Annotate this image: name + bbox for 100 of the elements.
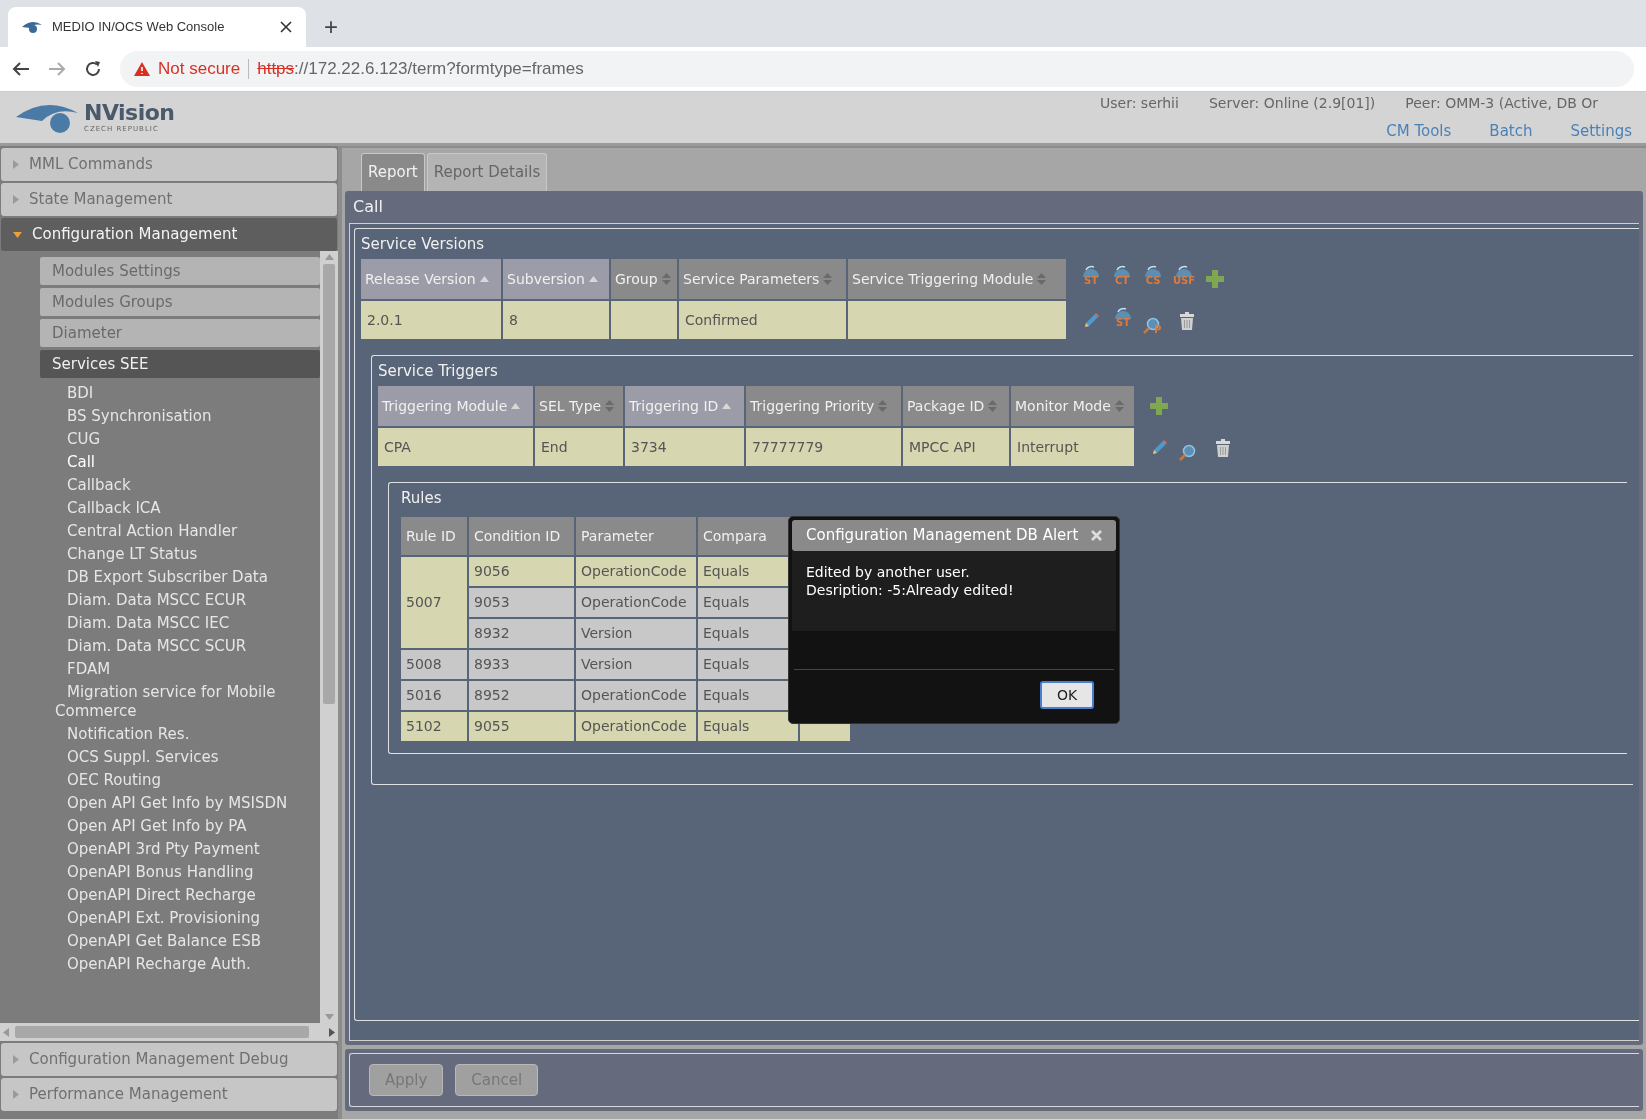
menu-item[interactable]: Migration service for Mobile Commerce	[40, 681, 320, 723]
globe-button[interactable]: USF	[1171, 264, 1197, 294]
menu-item[interactable]: Call	[40, 451, 320, 474]
section-title: Service Triggers	[378, 360, 498, 382]
menu-item[interactable]: Diam. Data MSCC ECUR	[40, 589, 320, 612]
plus-icon	[1150, 397, 1168, 415]
forward-arrow-icon[interactable]	[48, 61, 66, 77]
caret-right-icon	[13, 195, 19, 204]
menu-item[interactable]: Notification Res.	[40, 723, 320, 746]
column-header[interactable]: SEL Type	[535, 386, 623, 426]
column-header[interactable]: Service Parameters	[679, 259, 846, 299]
table-cell: 5007	[401, 557, 467, 648]
header-link[interactable]: CM Tools	[1386, 119, 1452, 143]
menu-item[interactable]: OEC Routing	[40, 769, 320, 792]
menu-item[interactable]: BDI	[40, 382, 320, 405]
table-cell: 8	[503, 301, 609, 339]
menu-item[interactable]: DB Export Subscriber Data	[40, 566, 320, 589]
table-cell: 2.0.1	[361, 301, 501, 339]
header-link[interactable]: Settings	[1570, 119, 1632, 143]
menu-item[interactable]: Callback	[40, 474, 320, 497]
menu-item[interactable]: FDAM	[40, 658, 320, 681]
globe-icon	[1144, 264, 1162, 278]
scroll-up-icon[interactable]	[324, 254, 334, 260]
menu-item[interactable]: OpenAPI 3rd Pty Payment	[40, 838, 320, 861]
menu-item[interactable]: Change LT Status	[40, 543, 320, 566]
dialog-message: Desription: -5:Already edited!	[806, 581, 1015, 599]
header-link[interactable]: Batch	[1489, 119, 1533, 143]
column-header[interactable]: Parameter	[576, 517, 696, 555]
menu-item[interactable]: BS Synchronisation	[40, 405, 320, 428]
new-tab-button[interactable]: +	[306, 7, 356, 47]
ok-button[interactable]: OK	[1040, 681, 1094, 709]
column-header[interactable]: Triggering Module	[378, 386, 533, 426]
menu-item[interactable]: CUG	[40, 428, 320, 451]
accordion-header[interactable]: Performance Management	[1, 1078, 337, 1111]
column-header[interactable]: Rule ID	[401, 517, 467, 555]
horizontal-scrollbar[interactable]	[0, 1023, 338, 1041]
column-header[interactable]: Monitor Mode	[1011, 386, 1134, 426]
caret-right-icon	[13, 160, 19, 169]
panel-title: Call	[352, 196, 384, 218]
menu-item[interactable]: Callback ICA	[40, 497, 320, 520]
table-cell: 9053	[469, 588, 574, 617]
menu-item[interactable]: OpenAPI Get Balance ESB	[40, 930, 320, 953]
section-title: Rules	[401, 487, 442, 509]
menu-item[interactable]: Diam. Data MSCC IEC	[40, 612, 320, 635]
dialog-title: Configuration Management DB Alert	[806, 525, 1079, 547]
column-header[interactable]: Subversion	[503, 259, 609, 299]
table-cell	[611, 301, 677, 339]
table-cell: MPCC API	[903, 428, 1009, 466]
menu-item[interactable]: OpenAPI Bonus Handling	[40, 861, 320, 884]
globe-button[interactable]: ST	[1078, 264, 1104, 294]
close-icon[interactable]	[280, 21, 292, 33]
menu-item[interactable]: Central Action Handler	[40, 520, 320, 543]
search-button[interactable]: P	[1142, 307, 1168, 335]
menu-item[interactable]: Diameter	[40, 319, 320, 347]
column-header[interactable]: Condition ID	[469, 517, 574, 555]
address-field[interactable]: Not secure https://172.22.6.123/term?formtype=frames	[120, 51, 1634, 87]
scroll-down-icon[interactable]	[324, 1014, 334, 1020]
scroll-right-icon[interactable]	[329, 1027, 335, 1037]
reload-icon[interactable]	[84, 60, 102, 78]
column-header[interactable]: Group	[611, 259, 677, 299]
table-cell: Equals	[698, 712, 798, 741]
url-text: https://172.22.6.123/term?formtype=frames	[257, 58, 584, 81]
menu-item[interactable]: Modules Groups	[40, 288, 320, 316]
trash-icon	[1215, 439, 1231, 457]
vertical-scrollbar[interactable]	[320, 251, 338, 1023]
accordion-header[interactable]: State Management	[1, 183, 337, 216]
table-cell: CPA	[378, 428, 533, 466]
column-header[interactable]: Triggering ID	[625, 386, 744, 426]
table-cell: OperationCode	[576, 557, 696, 586]
menu-item[interactable]: OpenAPI Direct Recharge	[40, 884, 320, 907]
menu-item[interactable]: Open API Get Info by PA	[40, 815, 320, 838]
column-header[interactable]: Service Triggering Module	[848, 259, 1066, 299]
menu-item[interactable]: OpenAPI Recharge Auth.	[40, 953, 320, 976]
menu-item[interactable]: OCS Suppl. Services	[40, 746, 320, 769]
menu-item[interactable]: Open API Get Info by MSISDN	[40, 792, 320, 815]
column-header[interactable]: Triggering Priority	[746, 386, 901, 426]
caret-down-icon	[13, 231, 22, 238]
browser-tab[interactable]: MEDIO IN/OCS Web Console	[8, 7, 306, 47]
globe-button[interactable]: ST	[1110, 306, 1136, 336]
table-cell: 8933	[469, 650, 574, 679]
accordion-header[interactable]: MML Commands	[1, 148, 337, 181]
tab[interactable]: Report Details	[426, 153, 548, 191]
menu-item[interactable]: Diam. Data MSCC SCUR	[40, 635, 320, 658]
caret-right-icon	[13, 1055, 19, 1064]
table-cell: OperationCode	[576, 588, 696, 617]
status-text: Peer: OMM-3 (Active, DB Or	[1405, 93, 1598, 113]
menu-item[interactable]: Services SEE	[40, 350, 320, 378]
column-header[interactable]: Package ID	[903, 386, 1009, 426]
table-cell: OperationCode	[576, 681, 696, 710]
globe-button[interactable]: CT	[1109, 264, 1135, 294]
accordion-header[interactable]: Configuration Management	[1, 218, 337, 251]
tab[interactable]: Report	[361, 153, 425, 191]
scroll-left-icon[interactable]	[3, 1027, 9, 1037]
menu-item[interactable]: OpenAPI Ext. Provisioning	[40, 907, 320, 930]
accordion-header[interactable]: Configuration Management Debug	[1, 1043, 337, 1076]
back-arrow-icon[interactable]	[12, 61, 30, 77]
globe-button[interactable]: CS	[1140, 264, 1166, 294]
column-header[interactable]: Release Version	[361, 259, 501, 299]
menu-item[interactable]: Modules Settings	[40, 257, 320, 285]
status-text: Server: Online (2.9[01])	[1208, 93, 1376, 113]
